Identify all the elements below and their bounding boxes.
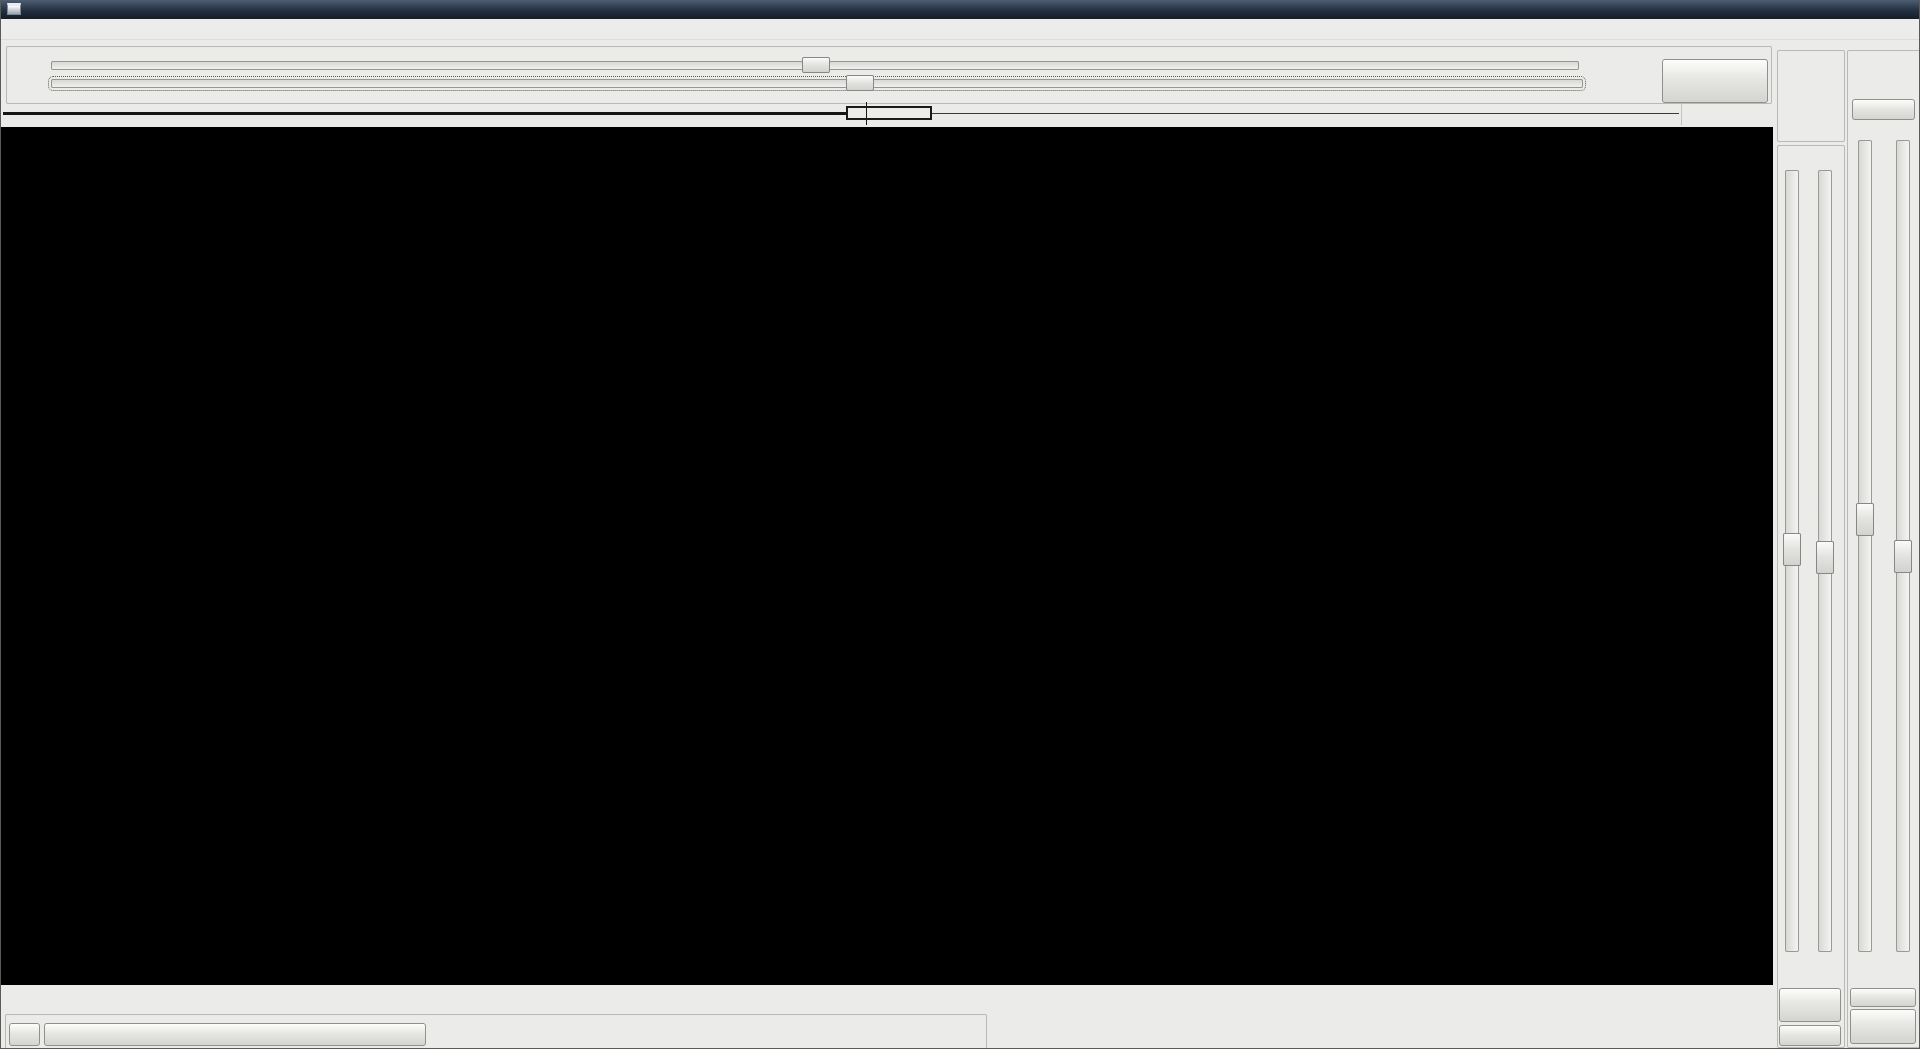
force-button[interactable] [1852,99,1915,120]
time-per-div [1584,61,1660,64]
level-slider[interactable] [1858,140,1872,952]
samples-button[interactable] [1662,59,1768,103]
trigger-pos-line-left [3,112,847,115]
horizontal-frame [6,46,1772,104]
trigger-pos-line-right [932,113,1679,114]
edge-button[interactable] [1850,988,1916,1007]
vertical-pos-slider-handle[interactable] [1816,541,1834,574]
title-bar [1,0,1919,19]
menu-bar [1,19,1919,40]
pos-slider-handle[interactable] [846,75,874,91]
level-slider-handle[interactable] [1856,503,1874,536]
selected-channel-number-button[interactable] [9,1023,40,1046]
scope-display[interactable] [1,127,1773,985]
chan-off-button[interactable] [1779,1025,1841,1046]
trigger-pos-slider-handle[interactable] [1894,540,1912,573]
app-window [0,0,1920,1049]
offset-button[interactable] [1779,988,1841,1022]
selected-channel-name-button[interactable] [44,1023,426,1046]
trigger-pos-handle[interactable] [846,106,932,120]
channel-button-row [1,986,1773,1008]
zoom-slider-handle[interactable] [802,57,830,73]
run-mode-frame [1777,50,1845,142]
gain-slider-handle[interactable] [1783,533,1801,566]
trigger-pos-tick [866,102,867,125]
window-icon [7,3,21,15]
source-button[interactable] [1850,1009,1916,1044]
trigger-row-divider [1681,103,1682,125]
pos-slider[interactable] [48,76,1586,91]
